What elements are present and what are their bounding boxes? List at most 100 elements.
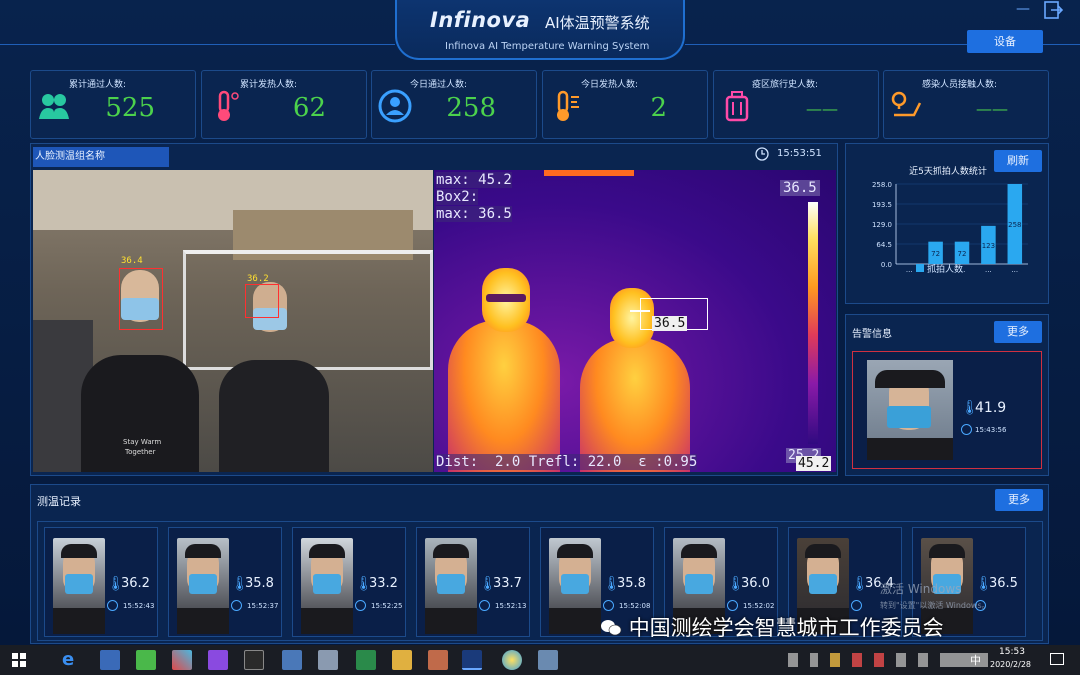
face-detect-box [245,284,279,318]
thermal-person [580,338,690,472]
luggage-icon [725,91,749,122]
alarm-more-button[interactable]: 更多 [994,321,1042,343]
records-more-button[interactable]: 更多 [995,489,1043,511]
record-temperature: 35.8 [617,576,646,591]
system-tray-icons[interactable] [788,653,988,667]
ie-browser-icon[interactable]: e [62,650,82,670]
thermal-box-value: 36.5 [652,316,688,331]
taskbar-app-icon[interactable] [538,650,558,670]
record-temperature: 36.0 [741,576,770,591]
stat-label: 累计通过人数: [69,80,127,90]
alarm-face-photo [867,360,953,460]
activate-windows-hint: 转到"设置"以激活 Windows。 [880,601,990,610]
alarm-panel: 告警信息 更多 🌡 41.9 15:43:56 [845,314,1049,476]
x-tick-label: ··· [1011,268,1018,276]
video-panel: 人脸测温组名称 15:53:51 36.4 Stay Warm Together… [30,143,838,476]
terminal-icon[interactable] [244,650,264,670]
header-line-left [0,44,395,45]
x-tick-label: ··· [985,268,992,276]
clock-icon [961,424,972,435]
record-face-photo [301,538,353,634]
windows-start-icon[interactable] [12,653,26,667]
minimize-icon[interactable]: — [1016,2,1034,18]
stat-value: 525 [105,93,155,123]
user-circle-icon [378,89,412,123]
stat-label: 感染人员接触人数: [922,80,998,90]
stat-card-today-passed: 今日通过人数: 258 [371,70,537,139]
y-tick-label: 64.5 [876,241,892,249]
taskbar-app-icon[interactable] [136,650,156,670]
settings-button[interactable]: 设备 [967,30,1043,53]
face-detect-box [119,268,163,330]
clock-icon [107,600,118,611]
active-app-icon[interactable] [462,650,482,670]
alarm-title: 告警信息 [852,329,892,340]
record-card[interactable]: 🌡 33.7 15:52:13 [416,527,530,637]
thermal-box-label: Box2: [436,189,479,205]
stat-card-today-fever: 今日发热人数: 2 [542,70,708,139]
chart-title: 近5天抓拍人数统计 [909,165,987,177]
alarm-card[interactable]: 🌡 41.9 15:43:56 [852,351,1042,469]
clock-icon [851,600,862,611]
thermal-scale-top: 36.5 [780,180,820,196]
thermal-camera-feed[interactable]: max: 45.2 Box2: max: 36.5 36.5 36.5 25.2… [434,170,836,472]
lab-bench [183,250,433,370]
exit-icon[interactable] [1043,0,1063,20]
record-temperature: 35.8 [245,576,274,591]
record-time: 15:52:13 [495,602,527,610]
taskbar-date[interactable]: 2020/2/28 [990,660,1031,669]
taskbar-time[interactable]: 15:53 [999,647,1025,657]
ime-indicator[interactable]: 中 [970,652,981,668]
y-tick-label: 193.5 [872,201,892,209]
people-icon [39,94,69,119]
stat-value: 258 [446,93,496,123]
location-route-icon [891,91,922,117]
record-card[interactable]: 🌡 35.8 15:52:37 [168,527,282,637]
taskbar-app-icon[interactable] [356,650,376,670]
record-card[interactable]: 🌡 33.2 15:52:25 [292,527,406,637]
thermal-box-max: max: 36.5 [436,206,512,222]
person-body [219,360,329,472]
face-temp-label: 36.4 [121,256,143,266]
stat-value: —— [806,99,838,118]
clock-icon [755,147,769,161]
wechat-icon [600,618,622,636]
stat-label: 今日发热人数: [581,80,639,90]
thermal-params: Dist: 2.0 Trefl: 22.0 ε :0.95 [436,454,698,470]
taskbar-app-icon[interactable] [318,650,338,670]
stat-label: 疫区旅行史人数: [752,80,819,90]
stat-value: —— [976,99,1008,118]
notification-icon[interactable] [1050,653,1064,665]
record-time: 15:52:25 [371,602,403,610]
bar-data-label: 123 [982,242,995,250]
record-face-photo [177,538,229,634]
record-temperature: 33.2 [369,576,398,591]
activate-windows-watermark: 激活 Windows [880,582,962,596]
visible-camera-feed[interactable]: 36.4 Stay Warm Together 36.2 [33,170,433,472]
taskbar-app-icon[interactable] [502,650,522,670]
face-temp-label: 36.2 [247,274,269,284]
visual-studio-icon[interactable] [208,650,228,670]
stat-card-contact: 感染人员接触人数: —— [883,70,1049,139]
record-time: 15:52:43 [123,602,155,610]
x-tick-label: ··· [906,268,913,276]
records-title: 测温记录 [37,495,81,508]
shirt-text: Together [125,448,156,456]
taskbar-app-icon[interactable] [282,650,302,670]
record-time: 15:52:37 [247,602,279,610]
wechat-watermark: 中国测绘学会智慧城市工作委员会 [600,612,944,642]
record-face-photo [425,538,477,634]
taskbar-app-icon[interactable] [172,650,192,670]
stat-value: 2 [650,93,667,123]
bar-data-label: 72 [931,250,940,258]
record-time: 15:52:08 [619,602,651,610]
file-explorer-icon[interactable] [392,650,412,670]
taskbar-app-icon[interactable] [428,650,448,670]
taskbar-app-icon[interactable] [100,650,120,670]
record-card[interactable]: 🌡 36.2 15:52:43 [44,527,158,637]
thermal-scale-bottom-value: 45.2 [796,456,832,471]
legend-swatch [916,264,924,272]
face-group-title[interactable]: 人脸测温组名称 [33,147,169,167]
stat-label: 累计发热人数: [240,80,298,90]
record-temperature: 36.2 [121,576,150,591]
